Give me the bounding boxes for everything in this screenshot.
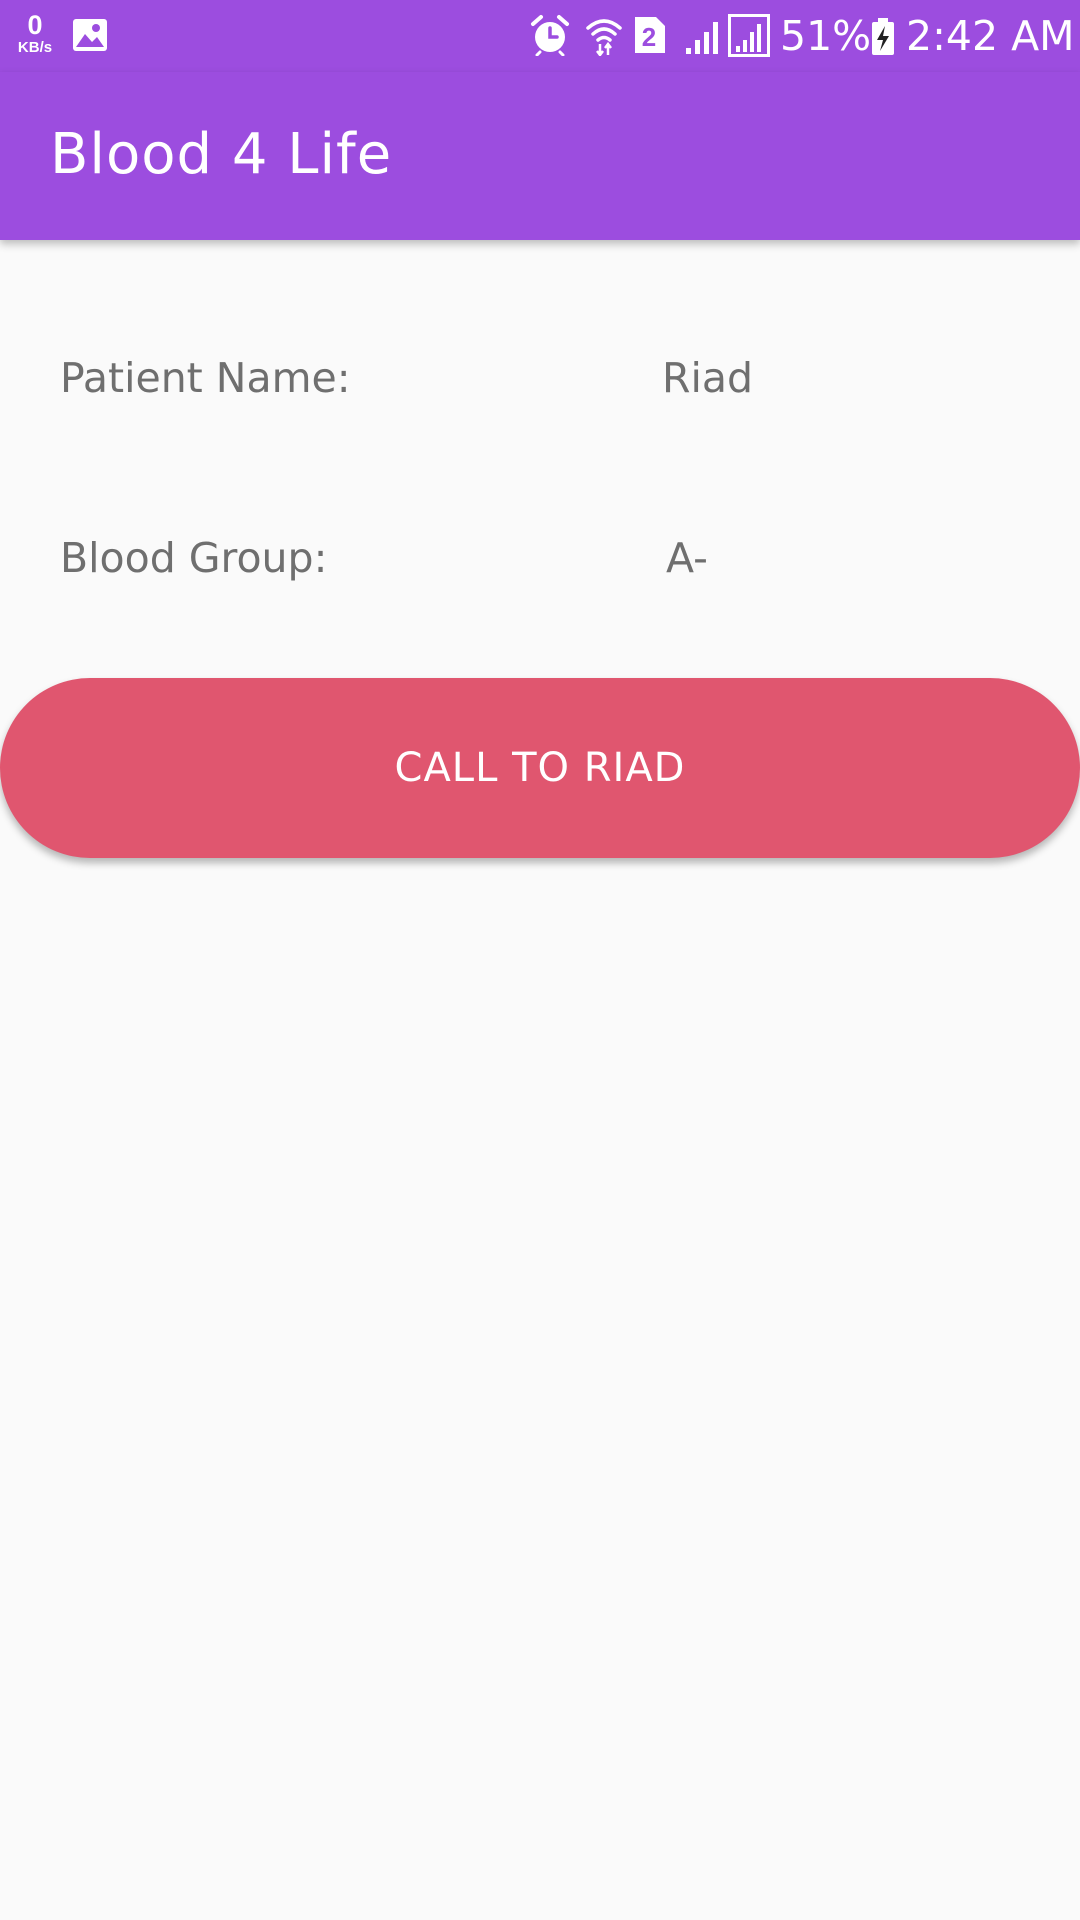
signal-full-icon [728, 14, 770, 62]
network-speed-unit: KB/s [17, 39, 53, 56]
alarm-icon [530, 14, 570, 60]
patient-name-label: Patient Name: [60, 354, 351, 402]
battery-charging-icon [870, 18, 896, 60]
blood-group-value: A- [666, 534, 708, 582]
blood-group-label: Blood Group: [60, 534, 328, 582]
patient-name-value: Riad [662, 354, 754, 402]
sim-2-icon: 2 [632, 16, 666, 58]
app-bar: Blood 4 Life [0, 72, 1080, 240]
status-bar: 0 KB/s 2 51% 2:42 AM [0, 0, 1080, 72]
network-speed-value: 0 [27, 10, 43, 40]
sim-2-icon-text: 2 [642, 22, 656, 52]
wifi-icon [584, 14, 624, 60]
signal-icon [684, 16, 724, 60]
network-speed: 0 KB/s [12, 10, 58, 56]
call-patient-button-label: CALL TO RIAD [394, 745, 686, 791]
app-title: Blood 4 Life [50, 122, 393, 187]
gallery-icon [72, 18, 108, 56]
battery-percent: 51% [780, 12, 872, 60]
app-screen: 0 KB/s 2 51% 2:42 AM Blood 4 Life Patien… [0, 0, 1080, 1920]
call-patient-button[interactable]: CALL TO RIAD [0, 678, 1080, 858]
clock-time: 2:42 AM [906, 12, 1075, 60]
